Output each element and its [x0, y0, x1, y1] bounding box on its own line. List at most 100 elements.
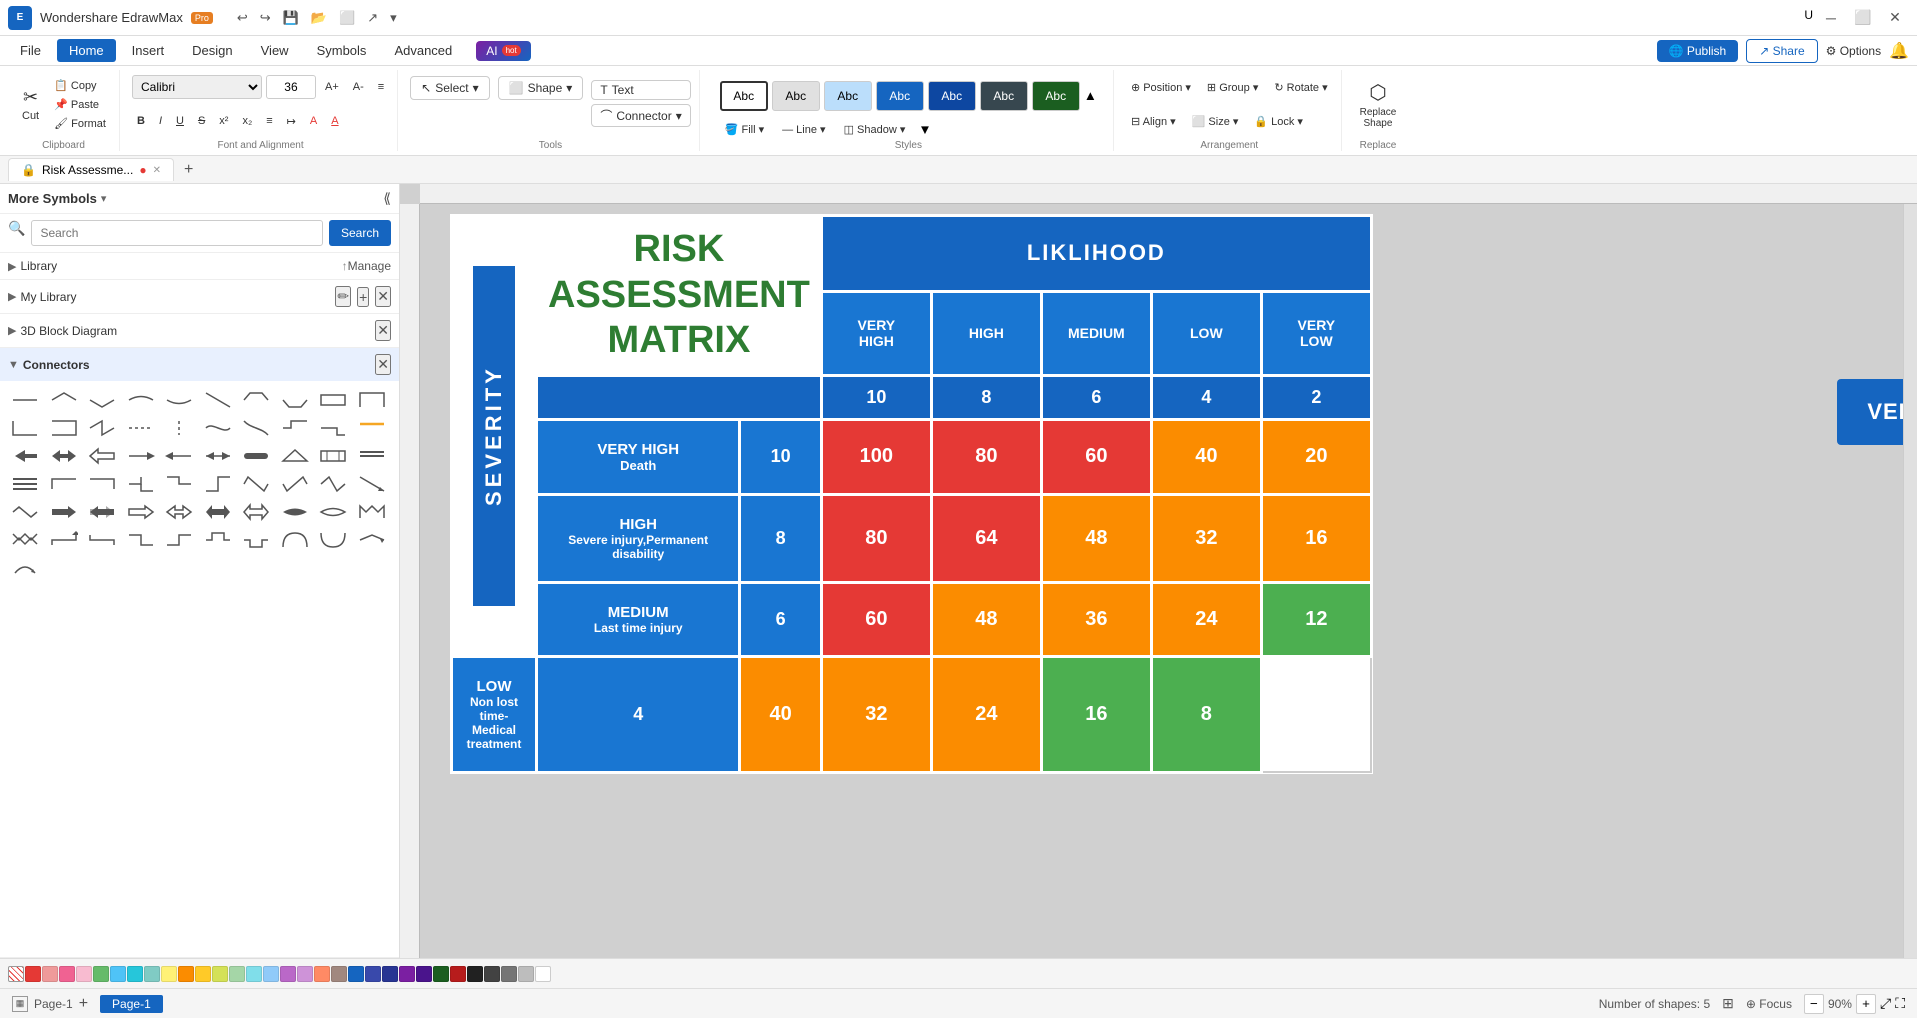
font-size-input[interactable]	[266, 75, 316, 99]
connector-item[interactable]	[278, 527, 312, 553]
connector-item[interactable]	[201, 471, 235, 497]
export-button[interactable]: ↗	[363, 8, 382, 28]
color-swatch-indigo[interactable]	[365, 966, 381, 982]
underline-button[interactable]: U	[171, 113, 189, 129]
text-button[interactable]: T Text	[591, 80, 690, 100]
connector-item[interactable]	[355, 443, 389, 469]
connector-item[interactable]	[355, 415, 389, 441]
color-swatch-amber[interactable]	[195, 966, 211, 982]
connectors-close-button[interactable]: ✕	[375, 354, 391, 375]
font-family-select[interactable]: Calibri	[132, 75, 262, 99]
color-swatch-deeporange[interactable]	[314, 966, 330, 982]
block-3d-header[interactable]: ▶ 3D Block Diagram ✕	[0, 314, 399, 347]
color-swatch-darkgray[interactable]	[484, 966, 500, 982]
paste-button[interactable]: 📌 Paste	[49, 96, 111, 113]
add-page-button[interactable]: +	[79, 995, 88, 1013]
fill-button[interactable]: 🪣 Fill ▾	[720, 121, 769, 138]
italic-button[interactable]: I	[154, 113, 167, 129]
connector-item[interactable]	[355, 499, 389, 525]
color-swatch-pink-light[interactable]	[76, 966, 92, 982]
color-swatch-purple[interactable]	[280, 966, 296, 982]
connector-item[interactable]	[162, 527, 196, 553]
connector-item[interactable]	[201, 443, 235, 469]
group-button[interactable]: ⊞ Group ▾	[1202, 79, 1263, 96]
connector-item[interactable]	[278, 471, 312, 497]
connector-item[interactable]	[316, 415, 350, 441]
style-box-4[interactable]: Abc	[876, 81, 924, 111]
color-swatch-red-light[interactable]	[42, 966, 58, 982]
maximize-button[interactable]: ⬜	[1849, 8, 1877, 28]
manage-button[interactable]: Manage	[348, 259, 391, 273]
connector-item[interactable]	[47, 499, 81, 525]
connector-item[interactable]	[239, 527, 273, 553]
connector-item[interactable]	[8, 387, 42, 413]
color-swatch-red[interactable]	[25, 966, 41, 982]
strikethrough-button[interactable]: S	[193, 113, 210, 129]
connector-item[interactable]	[124, 527, 158, 553]
connector-item[interactable]	[8, 527, 42, 553]
connector-item[interactable]	[239, 443, 273, 469]
my-library-close-button[interactable]: ✕	[375, 286, 391, 307]
color-swatch-purple-light[interactable]	[297, 966, 313, 982]
connector-button[interactable]: ⌒ Connector ▾	[591, 104, 690, 127]
color-swatch-lime[interactable]	[212, 966, 228, 982]
color-swatch-brown[interactable]	[331, 966, 347, 982]
connector-item[interactable]	[239, 499, 273, 525]
connector-item[interactable]	[239, 415, 273, 441]
connector-item[interactable]	[201, 387, 235, 413]
bold-button[interactable]: B	[132, 113, 150, 129]
color-swatch-white[interactable]	[535, 966, 551, 982]
connector-item[interactable]	[124, 387, 158, 413]
color-swatch-violet[interactable]	[399, 966, 415, 982]
connector-item[interactable]	[124, 499, 158, 525]
my-library-add-button[interactable]: +	[357, 287, 369, 307]
add-tab-button[interactable]: +	[178, 159, 199, 181]
canvas-area[interactable]: // Ruler marks will be drawn by inline s…	[400, 184, 1917, 958]
style-box-1[interactable]: Abc	[720, 81, 768, 111]
my-library-edit-button[interactable]: ✏	[335, 286, 351, 307]
connector-item[interactable]	[355, 387, 389, 413]
align-button[interactable]: ≡	[373, 79, 389, 95]
color-swatch-gray[interactable]	[501, 966, 517, 982]
template-button[interactable]: ⬜	[335, 8, 359, 28]
line-button[interactable]: — Line ▾	[777, 121, 830, 138]
open-button[interactable]: 📂	[307, 8, 331, 28]
user-avatar[interactable]: U	[1804, 8, 1813, 28]
no-fill-swatch[interactable]	[8, 966, 24, 982]
connector-item[interactable]	[201, 499, 235, 525]
increase-font-button[interactable]: A+	[320, 79, 344, 95]
fit-page-button[interactable]: ⤢	[1880, 995, 1891, 1012]
canvas-scroll[interactable]: SEVERITY RISK ASSESSMENT MATRIX LIKLIH	[420, 204, 1917, 958]
style-box-2[interactable]: Abc	[772, 81, 820, 111]
connector-item[interactable]	[8, 415, 42, 441]
size-button[interactable]: ⬜ Size ▾	[1187, 113, 1244, 130]
tab-close-btn[interactable]: ✕	[153, 165, 161, 176]
connector-item[interactable]	[201, 527, 235, 553]
indent-button[interactable]: ↦	[282, 113, 301, 130]
color-swatch-teal[interactable]	[144, 966, 160, 982]
replace-shape-button[interactable]: ⬡ ReplaceShape	[1354, 77, 1403, 132]
connector-item[interactable]	[8, 555, 42, 581]
connector-item[interactable]	[278, 443, 312, 469]
menu-file[interactable]: File	[8, 39, 53, 62]
subscript-button[interactable]: x₂	[237, 113, 257, 129]
canvas-inner[interactable]: SEVERITY RISK ASSESSMENT MATRIX LIKLIH	[420, 204, 1917, 958]
connector-item[interactable]	[355, 527, 389, 553]
list-button[interactable]: ≡	[261, 113, 277, 129]
save-button[interactable]: 💾	[279, 8, 303, 28]
connector-item[interactable]	[85, 415, 119, 441]
undo-button[interactable]: ↩	[233, 8, 252, 28]
menu-symbols[interactable]: Symbols	[305, 39, 379, 62]
connector-item[interactable]	[316, 527, 350, 553]
color-swatch-darkpurple[interactable]	[416, 966, 432, 982]
notification-icon[interactable]: 🔔	[1889, 41, 1909, 61]
connector-item[interactable]	[8, 443, 42, 469]
connectors-header[interactable]: ▼ Connectors ✕	[0, 348, 399, 381]
color-swatch-deepblue[interactable]	[382, 966, 398, 982]
cut-button[interactable]: ✂Cut	[16, 84, 45, 125]
connector-item[interactable]	[47, 443, 81, 469]
right-scrollbar[interactable]	[1903, 204, 1917, 958]
connector-item[interactable]	[85, 387, 119, 413]
connector-item[interactable]	[162, 415, 196, 441]
connector-item[interactable]	[316, 471, 350, 497]
